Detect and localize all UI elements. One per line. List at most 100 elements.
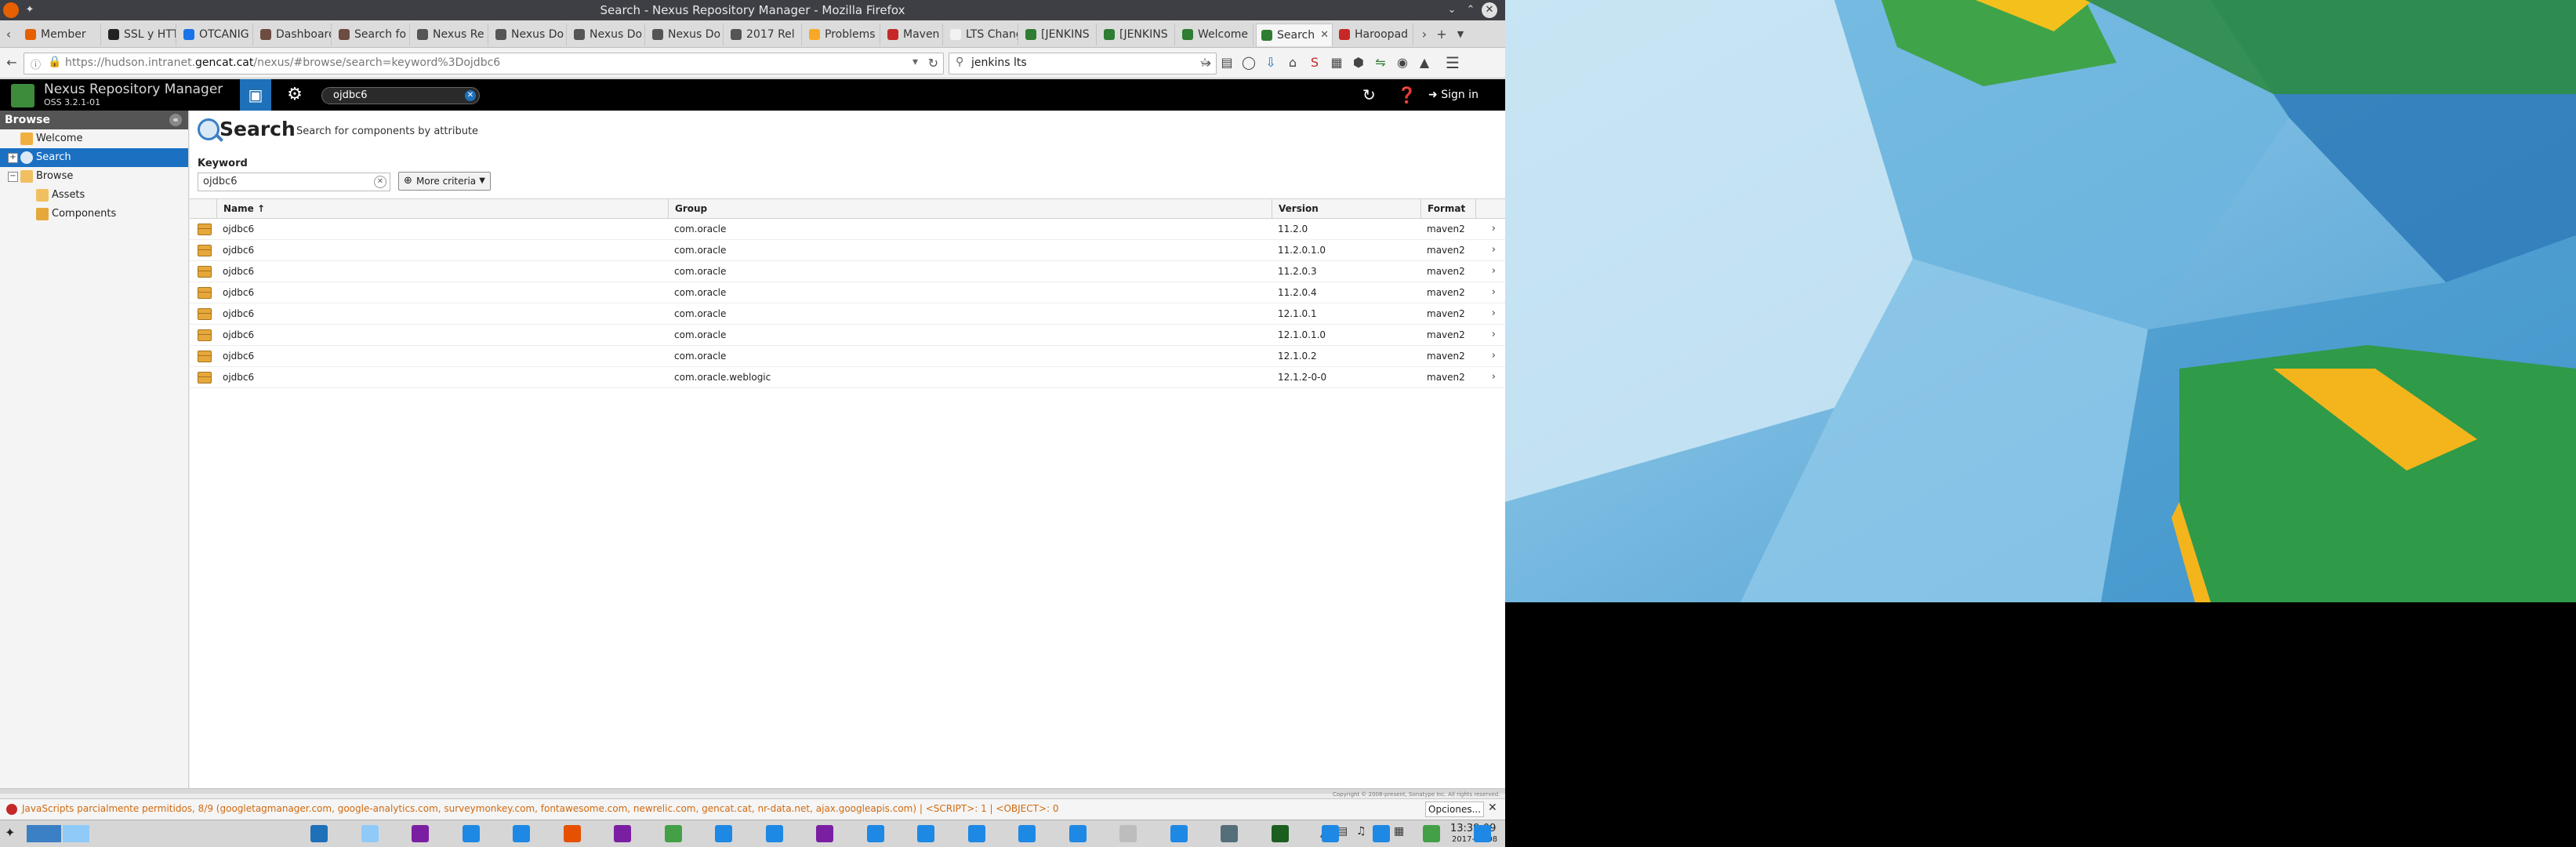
web-search-value[interactable]: jenkins lts (971, 56, 1027, 69)
new-tab-icon[interactable]: + (1433, 24, 1450, 45)
taskbar-app-icon[interactable] (866, 825, 884, 842)
sync-addon-icon[interactable]: ⇋ (1370, 53, 1391, 73)
back-icon[interactable]: ← (2, 53, 22, 73)
addon-icon[interactable]: ▲ (1414, 53, 1435, 73)
taskbar-app-icon[interactable] (412, 825, 429, 842)
rss-icon[interactable]: ◉ (1392, 53, 1413, 73)
horizontal-scrollbar[interactable] (0, 788, 1505, 794)
column-header-version[interactable]: Version (1272, 199, 1420, 218)
tab-7[interactable]: Nexus Do (491, 24, 567, 45)
sidebar-item-welcome[interactable]: Welcome (0, 129, 188, 148)
tab-1[interactable]: Member (20, 24, 101, 45)
bookmark-star-icon[interactable]: ☆ (1195, 53, 1215, 73)
taskbar-app-icon[interactable] (715, 825, 732, 842)
lock-icon[interactable]: 🔒 (48, 56, 61, 68)
tab-15[interactable]: [JENKINS (1099, 24, 1175, 45)
taskbar-app-icon[interactable] (614, 825, 631, 842)
info-icon[interactable]: ⓘ (31, 56, 41, 71)
column-header-group[interactable]: Group (668, 199, 1272, 218)
clipboard-icon[interactable]: ▤ (1217, 53, 1237, 73)
taskbar-app-icon[interactable] (1473, 825, 1491, 842)
chevron-right-icon[interactable]: › (1492, 367, 1496, 387)
nexus-logo-icon[interactable] (11, 84, 34, 107)
maximize-icon[interactable]: ⌃ (1463, 2, 1478, 18)
noscript-icon[interactable]: S (1304, 53, 1325, 73)
sidebar-item-search[interactable]: + Search (0, 148, 188, 167)
taskbar-app-icon[interactable] (462, 825, 480, 842)
tab-scroll-right-icon[interactable]: › (1416, 24, 1433, 45)
taskbar-app-icon[interactable] (967, 825, 985, 842)
taskbar-app-icon[interactable] (1018, 825, 1036, 842)
quick-search-value[interactable]: ojdbc6 (333, 89, 368, 101)
collapse-tree-icon[interactable]: − (8, 172, 18, 182)
volume-icon[interactable]: ♫ (1356, 825, 1366, 838)
taskbar-app-icon[interactable] (1068, 825, 1087, 842)
quick-search-input[interactable]: ojdbc6 ✕ (321, 87, 480, 104)
expand-icon[interactable]: + (8, 153, 18, 163)
start-menu-icon[interactable]: ✦ (5, 825, 19, 842)
options-button[interactable]: Opciones... (1425, 802, 1485, 817)
taskbar-app-icon[interactable] (1271, 825, 1289, 842)
taskbar-app-icon[interactable] (513, 825, 530, 842)
taskbar-app-icon[interactable] (361, 825, 379, 842)
chevron-right-icon[interactable]: › (1492, 261, 1496, 282)
taskbar-app-icon[interactable] (563, 825, 581, 842)
tab-5[interactable]: Search fo (334, 24, 410, 45)
tab-list-icon[interactable]: ▼ (1452, 24, 1469, 45)
tab-6[interactable]: Nexus Re (412, 24, 488, 45)
collapse-icon[interactable]: « (169, 114, 182, 126)
table-row[interactable]: ojdbc6 com.oracle 11.2.0 maven2 › (190, 219, 1505, 240)
hamburger-menu-icon[interactable]: ☰ (1442, 53, 1463, 73)
search-icon[interactable]: ⚲ (956, 56, 963, 68)
sidebar-item-components[interactable]: Components (0, 205, 188, 224)
clipboard-tray-icon[interactable]: ▦ (1394, 825, 1404, 838)
ublock-icon[interactable]: ⬢ (1348, 53, 1369, 73)
keyword-value[interactable]: ojdbc6 (203, 176, 238, 187)
tab-8[interactable]: Nexus Do (569, 24, 645, 45)
more-criteria-button[interactable]: ⊕ More criteria ▼ (398, 172, 491, 191)
taskbar-app-icon[interactable] (1221, 825, 1238, 842)
extension-icon[interactable]: ▦ (1326, 53, 1347, 73)
tab-2[interactable]: SSL y HTTP (103, 24, 176, 45)
chevron-right-icon[interactable]: › (1492, 325, 1496, 345)
table-row[interactable]: ojdbc6 com.oracle 12.1.0.1 maven2 › (190, 304, 1505, 325)
tab-14[interactable]: [JENKINS (1021, 24, 1097, 45)
pocket-icon[interactable]: ◯ (1239, 53, 1259, 73)
close-tab-icon[interactable]: ✕ (1320, 24, 1329, 46)
chevron-right-icon[interactable]: › (1492, 240, 1496, 260)
taskbar-app-icon[interactable] (310, 825, 328, 842)
tab-9[interactable]: Nexus Do (648, 24, 724, 45)
chevron-right-icon[interactable]: › (1492, 346, 1496, 366)
table-row[interactable]: ojdbc6 com.oracle.weblogic 12.1.2-0-0 maven… (190, 367, 1505, 388)
help-icon[interactable]: ❓ (1397, 79, 1417, 111)
workspace-2-icon[interactable] (63, 825, 89, 842)
taskbar-app-icon[interactable] (1170, 825, 1188, 842)
url-bar[interactable]: ⓘ 🔒 https://hudson.intranet.gencat.cat/n… (24, 53, 944, 75)
column-header-name[interactable]: Name ↑ (216, 199, 668, 218)
taskbar-app-icon[interactable] (917, 825, 934, 842)
tab-4[interactable]: Dashboard (256, 24, 332, 45)
administration-button[interactable]: ⚙ (279, 79, 310, 111)
table-row[interactable]: ojdbc6 com.oracle 12.1.0.1.0 maven2 › (190, 325, 1505, 346)
tab-scroll-left-icon[interactable]: ‹ (0, 24, 17, 45)
tab-12[interactable]: Maven - (883, 24, 943, 45)
keyword-input[interactable]: ojdbc6 ✕ (198, 173, 390, 191)
chevron-right-icon[interactable]: › (1492, 304, 1496, 324)
taskbar-app-icon[interactable] (1423, 825, 1440, 842)
clear-keyword-icon[interactable]: ✕ (374, 176, 386, 188)
taskbar-app-icon[interactable] (1119, 825, 1137, 842)
sidebar-item-browse[interactable]: − Browse (0, 167, 188, 186)
taskbar-app-icon[interactable] (664, 825, 682, 842)
download-icon[interactable]: ⇩ (1261, 53, 1281, 73)
taskbar-app-icon[interactable] (1322, 825, 1339, 842)
tab-18[interactable]: Haroopad (1334, 24, 1413, 45)
clear-search-icon[interactable]: ✕ (465, 90, 476, 101)
minimize-icon[interactable]: ⌄ (1444, 2, 1460, 18)
table-row[interactable]: ojdbc6 com.oracle 12.1.0.2 maven2 › (190, 346, 1505, 367)
tab-17[interactable]: Search ✕ (1256, 24, 1333, 46)
tab-16[interactable]: Welcome (1177, 24, 1254, 45)
close-icon[interactable]: ✕ (1488, 802, 1497, 814)
column-header-format[interactable]: Format (1420, 199, 1475, 218)
table-row[interactable]: ojdbc6 com.oracle 11.2.0.3 maven2 › (190, 261, 1505, 282)
close-window-icon[interactable]: ✕ (1482, 2, 1497, 18)
